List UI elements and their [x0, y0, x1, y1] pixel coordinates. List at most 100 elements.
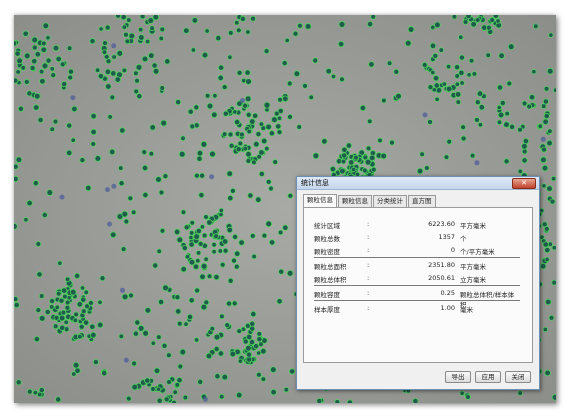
particle — [211, 249, 217, 255]
particle — [197, 378, 204, 385]
particle — [26, 199, 33, 207]
particle — [52, 44, 60, 52]
particle — [198, 192, 205, 199]
particle — [26, 90, 33, 97]
particle — [213, 273, 220, 281]
stat-label: 颗粒总体积 — [314, 276, 347, 284]
particle — [184, 254, 191, 260]
particle — [108, 148, 116, 156]
particle — [152, 15, 160, 21]
particle — [542, 118, 549, 126]
particle — [370, 15, 377, 20]
separator — [314, 257, 520, 258]
particle — [187, 108, 194, 115]
particle — [40, 40, 47, 47]
particle — [234, 19, 240, 26]
particle — [330, 73, 337, 80]
particle — [72, 317, 79, 324]
stat-unit: 平方毫米 — [460, 222, 486, 230]
particle — [45, 57, 52, 64]
particle — [256, 371, 262, 378]
particle — [98, 26, 104, 32]
particle — [55, 396, 62, 403]
particle — [245, 351, 253, 358]
particle — [133, 70, 139, 76]
particle — [237, 140, 244, 147]
particle — [193, 104, 200, 111]
particle — [133, 88, 140, 95]
particle — [166, 352, 172, 359]
particle — [218, 393, 225, 400]
particle — [130, 209, 137, 216]
particle — [474, 17, 481, 23]
particle — [477, 122, 484, 128]
particle — [340, 158, 347, 165]
dialog-titlebar[interactable]: 统计信息 ✕ — [297, 177, 539, 190]
particle — [23, 217, 29, 223]
particle — [540, 103, 547, 110]
particle — [82, 319, 90, 326]
particle — [389, 139, 395, 146]
particle — [443, 154, 450, 160]
particle — [224, 322, 231, 329]
particle — [45, 35, 51, 41]
particle — [183, 27, 190, 34]
particle — [144, 307, 152, 314]
particle — [49, 298, 56, 305]
particle — [40, 46, 48, 54]
particle — [90, 112, 97, 120]
export-button[interactable]: 导出 — [445, 371, 471, 383]
particle — [99, 275, 106, 282]
particle — [345, 142, 352, 149]
particle — [188, 297, 195, 304]
particle — [64, 304, 71, 311]
particle — [162, 173, 169, 180]
close-button[interactable]: 关闭 — [505, 371, 531, 383]
particle — [229, 187, 236, 194]
particle — [249, 118, 256, 125]
particle — [199, 172, 206, 179]
particle — [44, 308, 51, 316]
particle — [469, 152, 476, 159]
particle — [541, 164, 549, 172]
particle — [255, 131, 262, 138]
particle — [73, 311, 79, 318]
particle — [381, 97, 387, 104]
particle — [22, 30, 29, 37]
particle — [232, 109, 238, 115]
tab-histogram[interactable]: 直方图 — [408, 195, 436, 207]
particle — [71, 371, 77, 377]
particle — [83, 289, 89, 296]
particle — [235, 391, 243, 399]
particle — [179, 348, 187, 356]
close-icon[interactable]: ✕ — [512, 178, 536, 189]
particle — [455, 99, 462, 105]
particle — [17, 105, 24, 112]
particle — [362, 167, 368, 174]
tab-particle-stats[interactable]: 颗粒信息 — [303, 194, 337, 207]
particle — [256, 154, 262, 160]
particle — [41, 62, 49, 70]
particle — [544, 246, 551, 254]
particle — [365, 145, 372, 152]
particle — [131, 360, 137, 367]
particle — [163, 396, 170, 403]
artifact — [59, 194, 65, 200]
particle — [496, 84, 504, 91]
particle — [38, 314, 46, 322]
stat-colon: : — [367, 289, 370, 297]
particle — [217, 248, 223, 254]
particle — [204, 28, 210, 34]
particle — [50, 72, 57, 79]
tab-particle-info[interactable]: 颗粒信息 — [338, 195, 372, 207]
tab-classification[interactable]: 分类统计 — [373, 195, 407, 207]
stat-row: 颗粒密度 : 0 个/平方毫米 — [314, 244, 520, 257]
particle — [362, 154, 369, 161]
particle — [236, 69, 243, 76]
particle — [114, 76, 122, 83]
particle — [247, 192, 254, 199]
particle — [150, 340, 156, 346]
particle — [197, 240, 204, 247]
apply-button[interactable]: 应用 — [475, 371, 501, 383]
particle — [149, 25, 155, 32]
